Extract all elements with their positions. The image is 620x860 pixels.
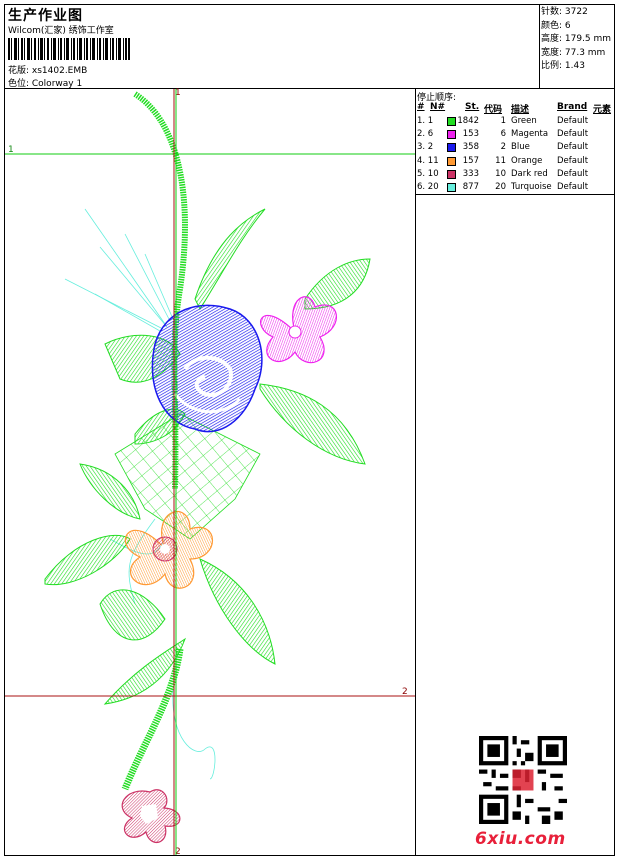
- barcode-icon: [8, 38, 130, 60]
- watermark-logo: 6xiu.com: [475, 829, 566, 849]
- col-header-needle: N#: [430, 102, 446, 112]
- row-stitches: 877: [462, 182, 479, 192]
- colorway-label: 色位: Colorway 1: [8, 79, 83, 89]
- col-header-brand: Brand: [557, 102, 588, 112]
- design-file-label: 花版: xs1402.EMB: [8, 66, 88, 76]
- row-code: 1: [500, 116, 506, 126]
- row-code: 10: [495, 168, 506, 179]
- row-code: 11: [495, 155, 506, 166]
- row-stitches: 358: [462, 142, 479, 153]
- row-stitches: 333: [462, 168, 479, 179]
- row-code: 6: [500, 129, 506, 140]
- row-index: 2. 6: [417, 129, 434, 140]
- row-index: 5. 10: [417, 168, 439, 179]
- color-count: 颜色: 6: [541, 20, 571, 31]
- row-index: 4. 11: [417, 155, 439, 166]
- dark-red-flower: [121, 789, 181, 843]
- row-brand: Default: [557, 116, 589, 126]
- magenta-flower: [260, 296, 337, 364]
- row-index: 1. 1: [417, 116, 434, 126]
- row-description: Green: [511, 116, 537, 126]
- table-bottom-divider: [415, 194, 615, 195]
- row-description: Dark red: [511, 168, 548, 179]
- row-brand: Default: [557, 168, 589, 179]
- page-title: 生产作业图: [8, 8, 83, 24]
- row-index: 3. 2: [417, 142, 434, 153]
- row-code: 2: [500, 142, 506, 153]
- row-description: Blue: [511, 142, 530, 153]
- design-scale: 比例: 1.43: [541, 61, 585, 72]
- row-stitches: 153: [462, 129, 479, 140]
- stats-divider: [539, 4, 540, 88]
- row-brand: Default: [557, 129, 589, 140]
- row-brand: Default: [557, 155, 589, 166]
- row-description: Turquoise: [511, 182, 552, 192]
- design-width: 宽度: 77.3 mm: [541, 47, 606, 58]
- row-stitches: 157: [462, 155, 479, 166]
- col-header-stitches: St.: [465, 102, 480, 112]
- row-brand: Default: [557, 182, 589, 192]
- row-index: 6. 20: [417, 182, 439, 192]
- stats-panel: 针数: 3722 颜色: 6 高度: 179.5 mm 宽度: 77.3 mm …: [541, 6, 611, 74]
- design-height: 高度: 179.5 mm: [541, 34, 612, 45]
- row-description: Orange: [511, 155, 543, 166]
- table-divider: [415, 88, 416, 856]
- blue-rose: [151, 304, 263, 433]
- col-header-index: #: [417, 102, 425, 112]
- studio-subtitle: Wilcom(汇家) 绣饰工作室: [8, 26, 114, 36]
- stitch-count: 针数: 3722: [541, 7, 588, 17]
- row-description: Magenta: [511, 129, 549, 140]
- row-code: 20: [495, 182, 506, 192]
- row-brand: Default: [557, 142, 589, 153]
- qr-code-icon: [479, 736, 567, 824]
- col-header-code: 代码: [484, 105, 503, 115]
- col-header-element: 元素: [593, 105, 612, 115]
- col-header-description: 描述: [511, 105, 530, 115]
- embroidery-design-canvas: [5, 89, 415, 855]
- row-stitches: 1842: [457, 116, 479, 126]
